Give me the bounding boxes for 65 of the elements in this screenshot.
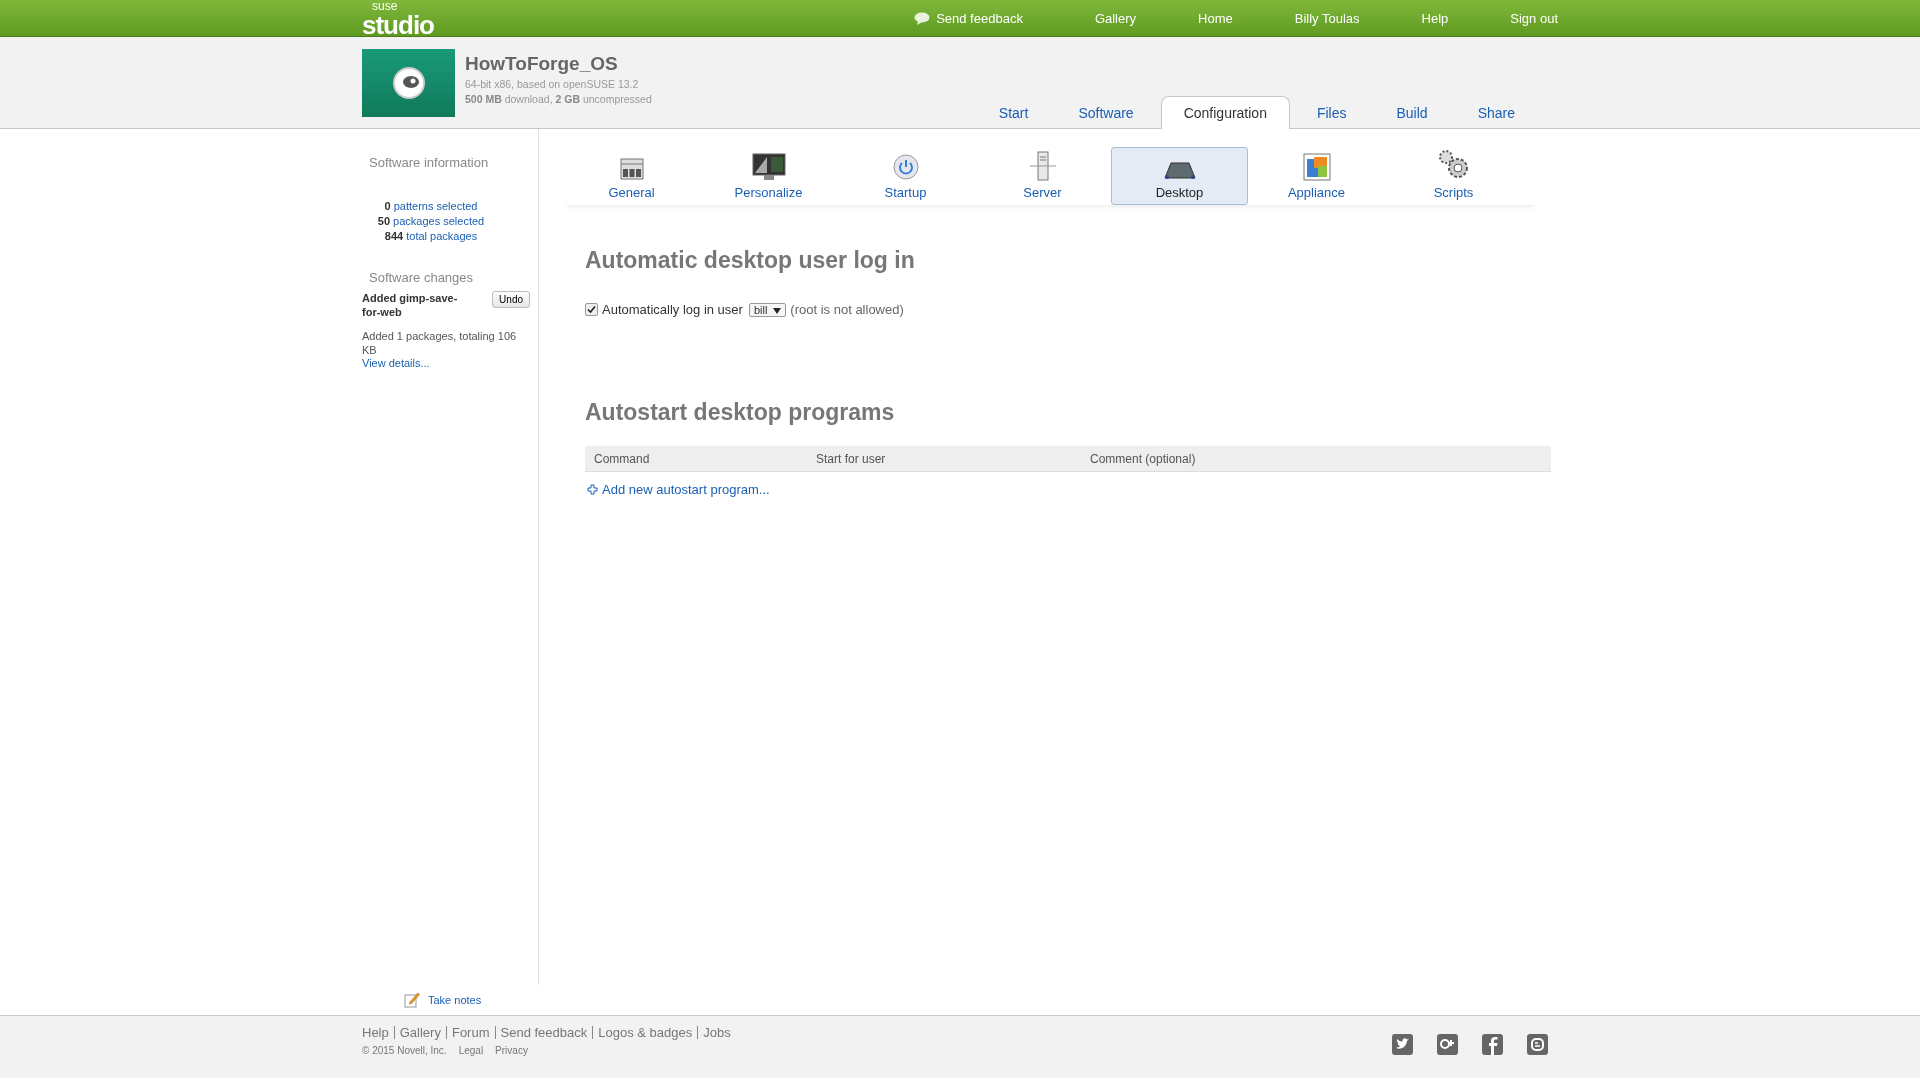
appliance-arch: 64-bit x86, based on openSUSE 13.2 (465, 78, 640, 90)
config-section-button[interactable]: Startup (837, 147, 974, 205)
footer-link[interactable]: Help (362, 1026, 394, 1039)
logo-text: studio (362, 12, 434, 38)
caret-icon (773, 306, 782, 315)
server-tower-icon (1027, 151, 1058, 181)
stat-count: 844 (384, 230, 404, 242)
checkbox-label: Automatically log in user (602, 302, 743, 317)
add-program-link[interactable]: Add new autostart program... (587, 482, 1558, 497)
config-section-button[interactable]: Scripts (1385, 147, 1522, 205)
config-section-button[interactable]: Desktop (1111, 147, 1248, 205)
plus-icon (587, 484, 598, 495)
footer-link[interactable]: Privacy (495, 1045, 528, 1056)
copyright-text: © 2015 Novell, Inc. (362, 1045, 447, 1056)
f-icon[interactable] (1482, 1034, 1503, 1055)
user-dropdown[interactable]: bill (748, 302, 787, 317)
column-header: Comment (optional) (1089, 451, 1197, 466)
config-section-button[interactable]: Server (974, 147, 1111, 205)
tab[interactable]: Software (1055, 96, 1157, 129)
tab[interactable]: Share (1454, 96, 1538, 129)
footer-link[interactable]: Logos & badges (592, 1026, 698, 1039)
stat-count: 0 (384, 200, 391, 212)
speech-bubble-icon (914, 11, 931, 25)
footer-link[interactable]: Send feedback (494, 1026, 593, 1039)
monitor-icon (751, 153, 786, 181)
bird-icon[interactable] (1392, 1034, 1413, 1055)
gears-icon (1437, 149, 1470, 181)
tab[interactable]: Build (1373, 96, 1451, 129)
take-notes-link[interactable]: Take notes (428, 994, 482, 1006)
footer-link[interactable]: Gallery (393, 1026, 446, 1039)
footer-link[interactable]: Legal (458, 1045, 484, 1056)
footer-link[interactable]: Jobs (697, 1026, 736, 1039)
config-section-button[interactable]: Appliance (1248, 147, 1385, 205)
stat-count: 50 (377, 215, 391, 227)
stat-link[interactable]: patterns selected (393, 200, 478, 212)
stat-link[interactable]: packages selected (393, 215, 485, 227)
sidebar-heading: Software changes (369, 270, 475, 285)
sidebar-heading: Software information (369, 155, 490, 170)
desktop-tray-icon (1163, 161, 1196, 181)
appliance-name: HowToForge_OS (465, 53, 619, 75)
footer-link[interactable]: Forum (445, 1026, 495, 1039)
tab[interactable]: Start (975, 96, 1052, 129)
view-details-link[interactable]: View details... (362, 357, 430, 369)
g-plus-icon[interactable] (1437, 1034, 1458, 1055)
hint-text: (root is not allowed) (790, 302, 904, 317)
b-icon[interactable] (1527, 1034, 1548, 1055)
config-section-button[interactable]: Personalize (700, 147, 837, 205)
change-text: Added gimp-save-for-web (362, 291, 459, 319)
tab[interactable]: Files (1293, 96, 1370, 129)
appliance-size: 500 MB download, 2 GB uncompressed (465, 93, 652, 105)
section-heading: Automatic desktop user log in (585, 247, 916, 274)
undo-button[interactable]: Undo (492, 291, 530, 308)
logo-text: suse (371, 0, 399, 12)
column-header: Start for user (815, 451, 887, 466)
cabinet-icon (618, 157, 645, 181)
notepad-pencil-icon (404, 992, 420, 1008)
column-header: Command (593, 451, 651, 466)
change-summary: Added 1 packages, totaling 106 KB (362, 329, 518, 357)
stat-link[interactable]: total packages (406, 230, 478, 242)
power-icon (891, 153, 920, 181)
checkbox[interactable] (585, 303, 598, 316)
tab[interactable]: Configuration (1160, 96, 1290, 129)
config-section-button[interactable]: General (563, 147, 700, 205)
colored-squares-icon (1302, 153, 1331, 181)
section-heading: Autostart desktop programs (585, 399, 896, 426)
